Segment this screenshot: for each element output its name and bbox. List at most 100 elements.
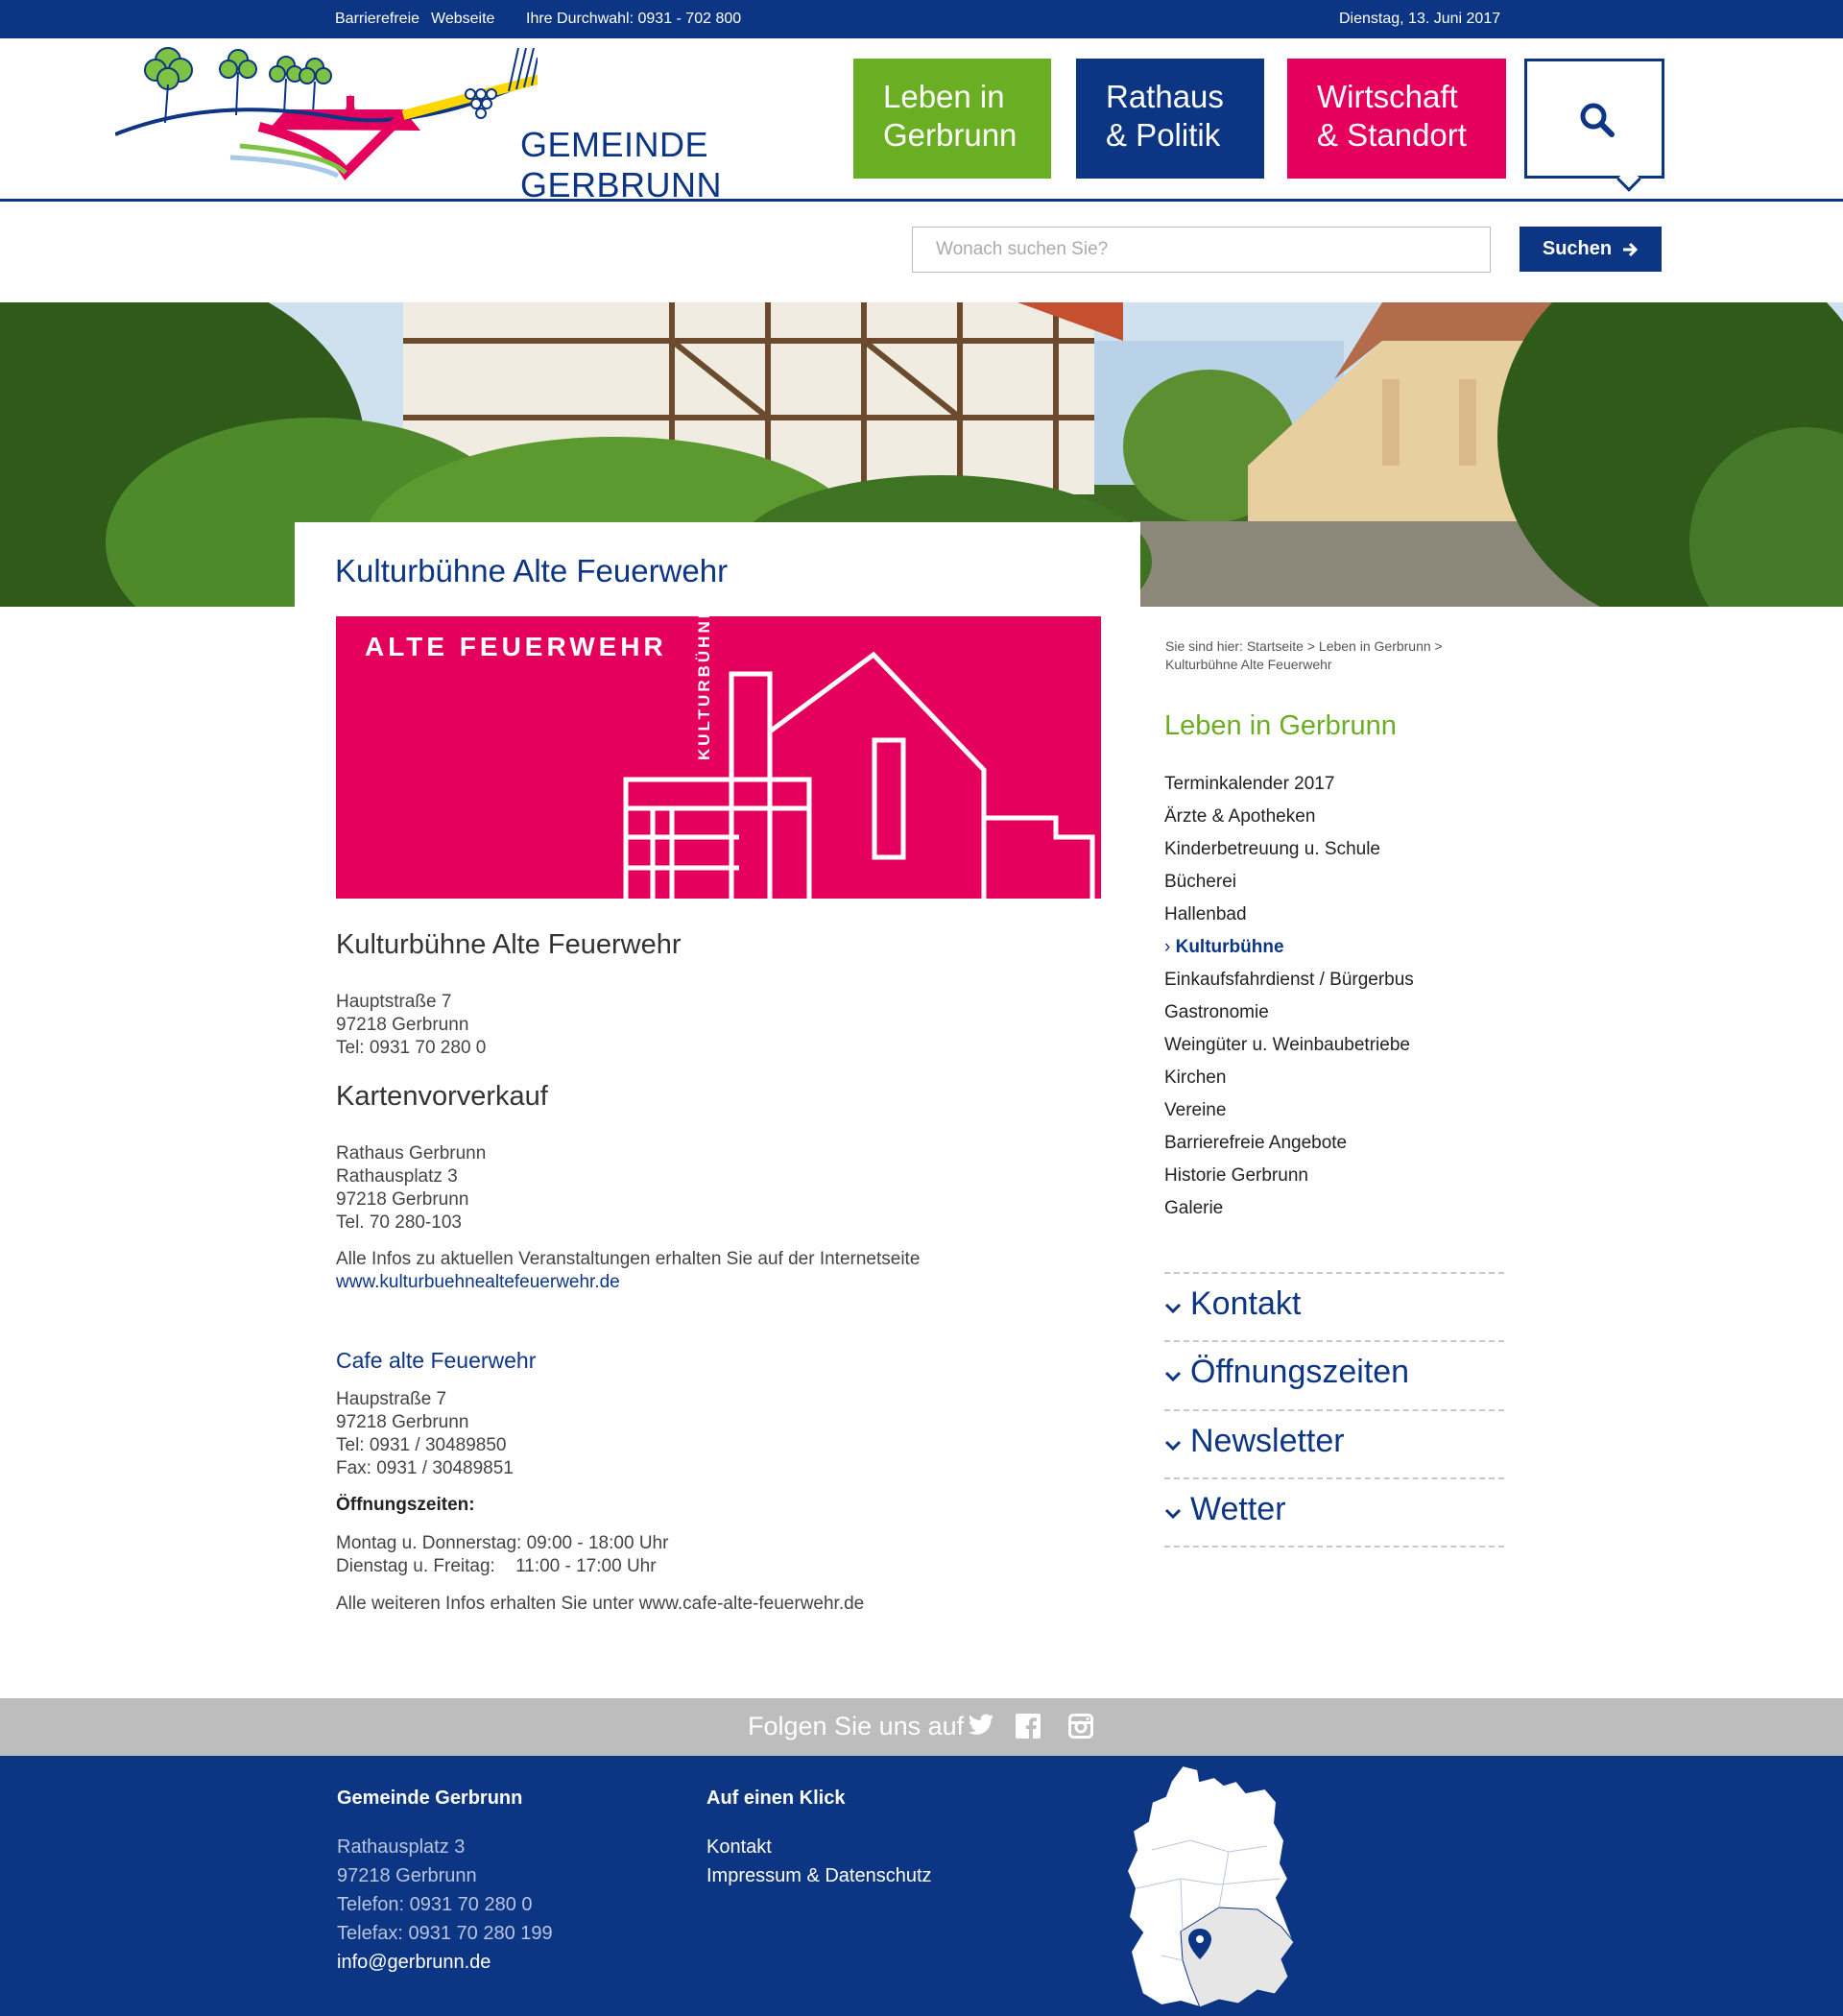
footer-col1-title: Gemeinde Gerbrunn — [337, 1788, 523, 1809]
website-link[interactable]: Webseite — [431, 11, 494, 28]
logo-text: GEMEINDE GERBRUNN — [520, 125, 723, 204]
footer-address: Rathausplatz 3 97218 Gerbrunn Telefon: 0… — [337, 1833, 553, 1948]
cafe-address: Haupstraße 7 97218 Gerbrunn Tel: 0931 / … — [336, 1388, 514, 1480]
arrow-right-icon — [1623, 242, 1639, 256]
hours-line: Dienstag u. Freitag: 11:00 - 17:00 Uhr — [336, 1555, 668, 1578]
current-date: Dienstag, 13. Juni 2017 — [1339, 11, 1501, 27]
sidebar-item-label: Kulturbühne — [1175, 937, 1284, 957]
sidebar-item-galerie[interactable]: Galerie — [1164, 1192, 1414, 1225]
kartenvorverkauf-address: Rathaus Gerbrunn Rathausplatz 3 97218 Ge… — [336, 1142, 486, 1235]
accordion-label: Öffnungszeiten — [1190, 1354, 1410, 1390]
nav-leben-in-gerbrunn[interactable]: Leben in Gerbrunn — [853, 59, 1051, 179]
search-icon — [1580, 103, 1615, 137]
address-line: Rathaus Gerbrunn — [336, 1143, 487, 1164]
sidebar-menu: Terminkalender 2017 Ärzte & Apotheken Ki… — [1164, 768, 1414, 1225]
sidebar-item-buergerbus[interactable]: Einkaufsfahrdienst / Bürgerbus — [1164, 964, 1414, 996]
search-button-label: Suchen — [1542, 238, 1613, 259]
sidebar-item-historie[interactable]: Historie Gerbrunn — [1164, 1160, 1414, 1192]
sidebar-title: Leben in Gerbrunn — [1164, 710, 1397, 741]
page-title-box: Kulturbühne Alte Feuerwehr — [295, 522, 1140, 609]
accessible-link[interactable]: Barrierefreie — [335, 11, 419, 28]
address-line: Hauptstraße 7 — [336, 992, 452, 1012]
sidebar-item-terminkalender[interactable]: Terminkalender 2017 — [1164, 768, 1414, 801]
site-logo[interactable]: GEMEINDE GERBRUNN — [114, 38, 787, 204]
accordion-newsletter[interactable]: Newsletter — [1164, 1409, 1504, 1477]
nav-rathaus-politik[interactable]: Rathaus & Politik — [1076, 59, 1264, 179]
info-paragraph: Alle Infos zu aktuellen Veranstaltungen … — [336, 1248, 920, 1294]
search-toggle-button[interactable] — [1524, 59, 1664, 192]
nav-wirtschaft-standort[interactable]: Wirtschaft & Standort — [1287, 59, 1506, 179]
footer-fax: Telefax: 0931 70 280 199 — [337, 1923, 553, 1944]
accordion-divider — [1164, 1546, 1504, 1548]
phone-info: Ihre Durchwahl: 0931 - 702 800 — [526, 11, 742, 27]
facebook-icon[interactable] — [1016, 1714, 1041, 1739]
social-follow-bar: Folgen Sie uns auf — [0, 1698, 1843, 1756]
sidebar-item-gastronomie[interactable]: Gastronomie — [1164, 996, 1414, 1029]
address-line: Rathausplatz 3 — [336, 1166, 458, 1187]
search-toggle-pointer — [1616, 167, 1641, 192]
footer-link-kontakt[interactable]: Kontakt — [706, 1833, 932, 1861]
logo-graphic — [114, 47, 582, 180]
phone-line: Tel. 70 280-103 — [336, 1212, 462, 1233]
sidebar-item-aerzte[interactable]: Ärzte & Apotheken — [1164, 801, 1414, 833]
footer-email-link[interactable]: info@gerbrunn.de — [337, 1948, 491, 1977]
chevron-right-icon: › — [1164, 937, 1171, 957]
address-line: 97218 Gerbrunn — [336, 1412, 469, 1432]
cafe-more-info: Alle weiteren Infos erhalten Sie unter w… — [336, 1594, 865, 1614]
address-line: 97218 Gerbrunn — [336, 1015, 469, 1035]
hours-heading: Öffnungszeiten: — [336, 1495, 475, 1515]
sidebar-item-buecherei[interactable]: Bücherei — [1164, 866, 1414, 899]
sidebar-item-kulturbuehne[interactable]: › Kulturbühne — [1164, 931, 1414, 964]
breadcrumb-path[interactable]: Sie sind hier: Startseite > Leben in Ger… — [1165, 637, 1492, 656]
site-header: GEMEINDE GERBRUNN Leben in Gerbrunn Rath… — [0, 38, 1843, 204]
nav-label-line2: & Standort — [1317, 117, 1467, 153]
hours-day: Dienstag u. Freitag: — [336, 1556, 495, 1576]
instagram-icon[interactable] — [1068, 1714, 1093, 1739]
footer-phone: Telefon: 0931 70 280 0 — [337, 1894, 533, 1915]
kulturbuehne-address: Hauptstraße 7 97218 Gerbrunn Tel: 0931 7… — [336, 991, 486, 1060]
hours-line: Montag u. Donnerstag: 09:00 - 18:00 Uhr — [336, 1533, 669, 1553]
info-text: Alle Infos zu aktuellen Veranstaltungen … — [336, 1249, 921, 1269]
chevron-down-icon — [1164, 1303, 1182, 1314]
sidebar-item-hallenbad[interactable]: Hallenbad — [1164, 899, 1414, 931]
sidebar-item-kirchen[interactable]: Kirchen — [1164, 1062, 1414, 1094]
nav-label-line1: Wirtschaft — [1317, 79, 1458, 114]
breadcrumb-current: Kulturbühne Alte Feuerwehr — [1165, 657, 1332, 672]
chevron-down-icon — [1164, 1371, 1182, 1382]
chevron-down-icon — [1164, 1440, 1182, 1452]
footer-address-line: 97218 Gerbrunn — [337, 1865, 477, 1886]
accordion-oeffnungszeiten[interactable]: Öffnungszeiten — [1164, 1340, 1504, 1408]
kulturbuehne-banner: ALTE FEUERWEHR KULTURBÜHNE — [336, 616, 1101, 899]
hours-time: 11:00 - 17:00 Uhr — [515, 1556, 657, 1576]
sidebar-item-barrierefrei[interactable]: Barrierefreie Angebote — [1164, 1127, 1414, 1160]
search-input[interactable] — [912, 227, 1491, 273]
address-line: Haupstraße 7 — [336, 1389, 447, 1409]
page-title: Kulturbühne Alte Feuerwehr — [335, 553, 729, 588]
breadcrumb: Sie sind hier: Startseite > Leben in Ger… — [1165, 637, 1492, 674]
accordion-wetter[interactable]: Wetter — [1164, 1477, 1504, 1546]
nav-label-line1: Leben in — [883, 79, 1005, 114]
sidebar-item-weingueter[interactable]: Weingüter u. Weinbaubetriebe — [1164, 1029, 1414, 1062]
accordion-kontakt[interactable]: Kontakt — [1164, 1272, 1504, 1340]
nav-label-line1: Rathaus — [1106, 79, 1224, 114]
twitter-icon[interactable] — [968, 1714, 994, 1737]
cafe-heading: Cafe alte Feuerwehr — [336, 1348, 537, 1373]
sidebar-item-vereine[interactable]: Vereine — [1164, 1094, 1414, 1127]
sidebar-item-kinderbetreuung[interactable]: Kinderbetreuung u. Schule — [1164, 833, 1414, 866]
phone-line: Tel: 0931 / 30489850 — [336, 1435, 507, 1455]
top-bar: Barrierefreie Webseite Ihre Durchwahl: 0… — [0, 0, 1843, 38]
search-submit-button[interactable]: Suchen — [1520, 227, 1662, 272]
accordion-label: Wetter — [1190, 1491, 1286, 1527]
footer-link-impressum[interactable]: Impressum & Datenschutz — [706, 1861, 932, 1890]
section-heading-kulturbuehne: Kulturbühne Alte Feuerwehr — [336, 929, 682, 960]
kulturbuehne-website-link[interactable]: www.kulturbuehnealtefeuerwehr.de — [336, 1271, 920, 1294]
accordion-label: Newsletter — [1190, 1423, 1345, 1459]
building-outline-graphic — [623, 651, 1095, 899]
follow-text: Folgen Sie uns auf — [748, 1712, 965, 1740]
footer-address-line: Rathausplatz 3 — [337, 1836, 466, 1858]
address-line: 97218 Gerbrunn — [336, 1189, 469, 1210]
fax-line: Fax: 0931 / 30489851 — [336, 1458, 514, 1478]
site-footer: Gemeinde Gerbrunn Rathausplatz 3 97218 G… — [0, 1756, 1843, 2016]
nav-label-line2: Gerbrunn — [883, 117, 1017, 153]
footer-col2-title: Auf einen Klick — [706, 1788, 846, 1809]
